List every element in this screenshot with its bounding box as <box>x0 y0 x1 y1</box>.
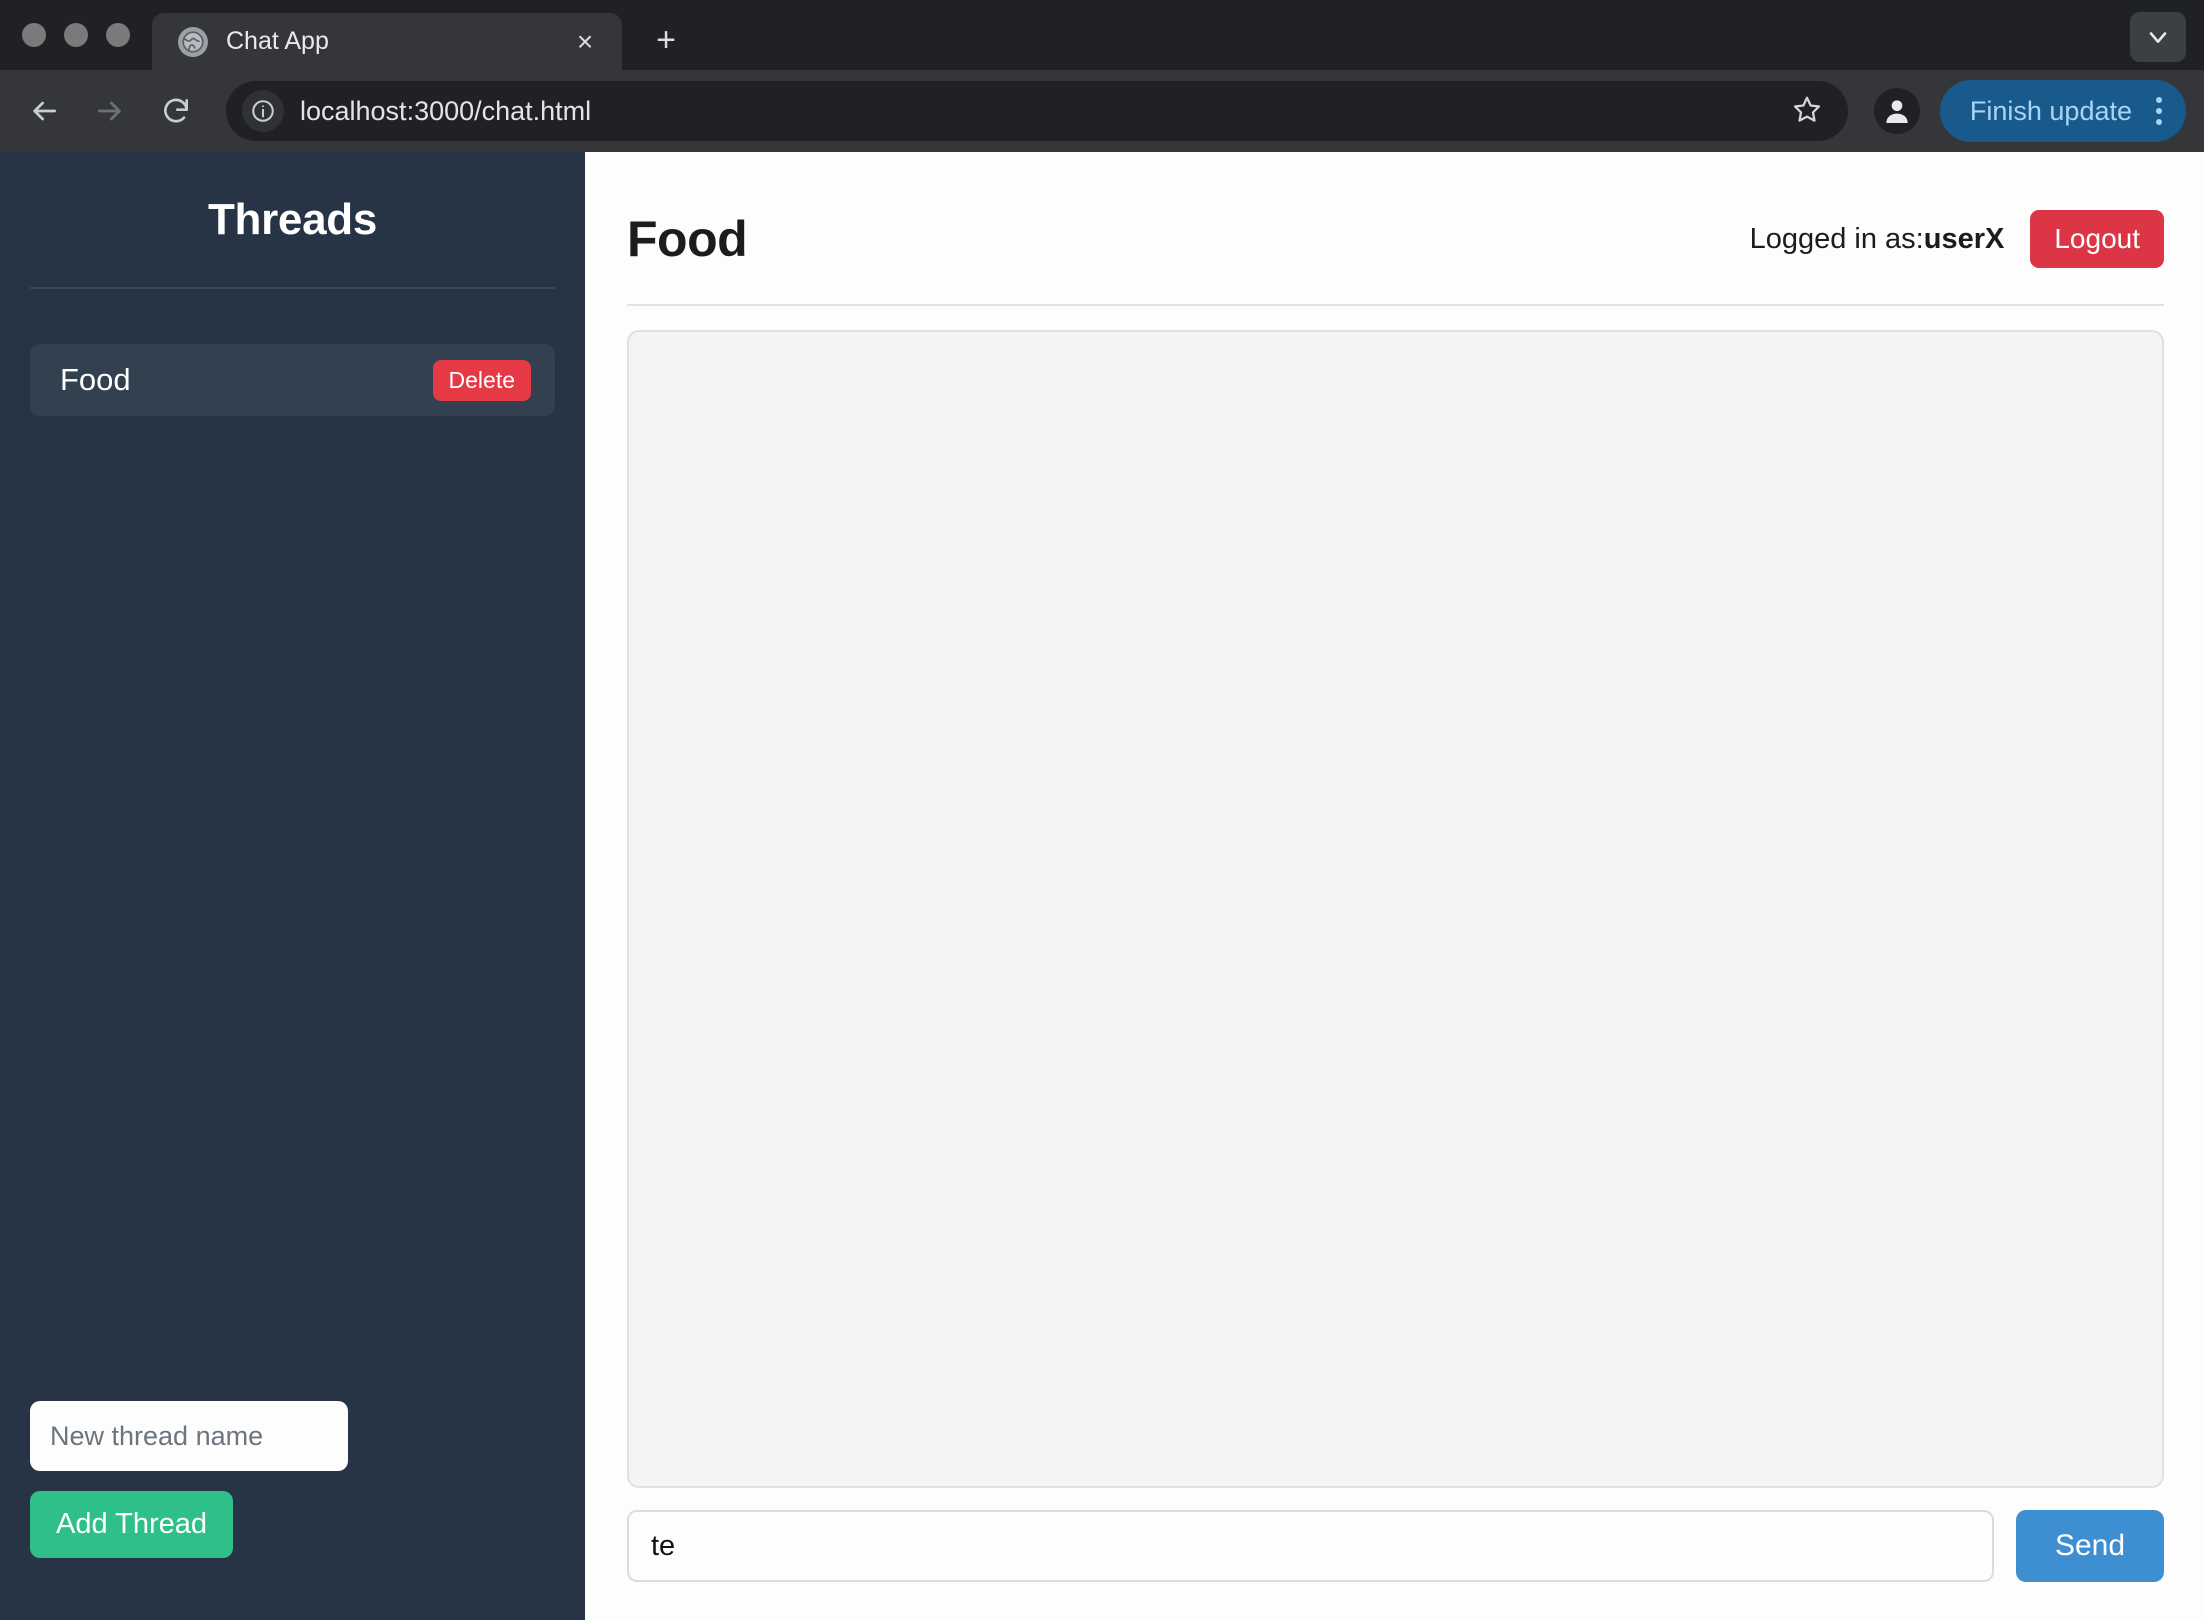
logout-button[interactable]: Logout <box>2030 210 2164 268</box>
close-tab-icon[interactable]: × <box>568 25 602 59</box>
page-viewport: Threads Food Delete Add Thread Food Logg… <box>0 152 2204 1620</box>
browser-toolbar: localhost:3000/chat.html Finish update <box>0 70 2204 152</box>
tab-title: Chat App <box>226 27 329 55</box>
window-traffic-lights <box>22 0 152 70</box>
send-button[interactable]: Send <box>2016 1510 2164 1582</box>
add-thread-section: Add Thread <box>30 1401 555 1620</box>
delete-thread-button[interactable]: Delete <box>432 359 531 401</box>
globe-icon <box>178 26 208 57</box>
header-actions: Logged in as:userX Logout <box>1750 210 2164 268</box>
threads-sidebar: Threads Food Delete Add Thread <box>0 152 585 1620</box>
browser-window: Chat App × + localhost:3000/chat.html Fi… <box>0 0 2204 1620</box>
new-thread-input[interactable] <box>30 1401 348 1471</box>
tab-strip: Chat App × + <box>0 0 2204 70</box>
chat-main-panel: Food Logged in as:userX Logout Send <box>585 152 2204 1620</box>
star-icon[interactable] <box>1792 94 1822 129</box>
thread-name: Food <box>60 362 131 397</box>
message-composer: Send <box>627 1488 2164 1620</box>
login-status-prefix: Logged in as: <box>1749 222 1924 255</box>
address-bar[interactable]: localhost:3000/chat.html <box>226 81 1848 141</box>
maximize-window-button[interactable] <box>106 23 130 47</box>
chevron-down-icon[interactable] <box>2130 12 2186 62</box>
minimize-window-button[interactable] <box>64 23 88 47</box>
finish-update-button[interactable]: Finish update <box>1939 80 2186 142</box>
person-icon[interactable] <box>1873 88 1920 134</box>
chat-header: Food Logged in as:userX Logout <box>627 152 2164 268</box>
thread-list-item[interactable]: Food Delete <box>30 344 555 416</box>
message-input[interactable] <box>627 1510 1994 1582</box>
logged-in-username: userX <box>1923 222 2005 255</box>
sidebar-title: Threads <box>207 195 378 244</box>
messages-panel[interactable] <box>627 330 2164 1488</box>
add-thread-button[interactable]: Add Thread <box>30 1491 234 1558</box>
finish-update-label: Finish update <box>1969 95 2132 126</box>
reload-icon[interactable] <box>146 81 206 141</box>
kebab-menu-icon[interactable] <box>2146 97 2172 125</box>
sidebar-divider <box>30 287 555 289</box>
header-divider <box>627 304 2164 306</box>
close-window-button[interactable] <box>22 23 46 47</box>
browser-tab[interactable]: Chat App × <box>152 13 622 70</box>
thread-list: Food Delete <box>30 344 555 416</box>
login-status: Logged in as:userX <box>1750 223 2005 256</box>
back-arrow-icon[interactable] <box>14 81 74 141</box>
info-icon[interactable] <box>242 90 284 132</box>
new-tab-button[interactable]: + <box>640 14 692 66</box>
forward-arrow-icon[interactable] <box>80 81 140 141</box>
page-title: Food <box>627 211 748 267</box>
url-text: localhost:3000/chat.html <box>300 95 592 126</box>
